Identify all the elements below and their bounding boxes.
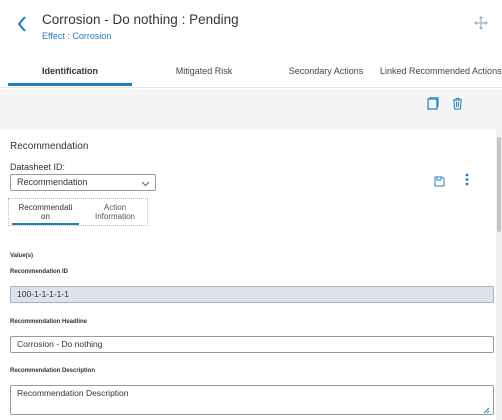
recommendation-description-text: Recommendation Description (17, 388, 129, 398)
section-title: Recommendation (10, 141, 89, 152)
subtab-recommendation[interactable]: Recommendati on (12, 203, 79, 225)
move-icon[interactable] (474, 16, 488, 30)
trash-icon[interactable] (452, 97, 463, 110)
active-tab-indicator (8, 83, 132, 86)
tab-mitigated-risk[interactable]: Mitigated Risk (148, 58, 260, 87)
recommendation-headline-field[interactable]: Corrosion - Do nothing (10, 336, 494, 353)
content-panel: Recommendation Datasheet ID: Recommendat… (0, 129, 496, 420)
save-icon[interactable] (434, 174, 445, 187)
datasheet-select[interactable]: Recommendation (10, 174, 156, 191)
datasheet-select-value: Recommendation (17, 177, 88, 187)
recommendation-headline-label: Recommendation Headline (10, 319, 88, 325)
copy-icon[interactable] (427, 97, 439, 110)
recommendation-description-field[interactable]: Recommendation Description (10, 385, 494, 415)
page-header: Corrosion - Do nothing : Pending Effect … (0, 0, 502, 50)
more-options-kebab-icon[interactable] (465, 173, 469, 186)
back-chevron-icon[interactable] (14, 14, 30, 34)
vertical-scrollbar[interactable] (496, 129, 502, 420)
resize-icon[interactable] (483, 405, 490, 414)
recommendation-description-label: Recommendation Description (10, 368, 96, 374)
main-tabs: Identification Mitigated Risk Secondary … (0, 58, 502, 88)
datasheet-label: Datasheet ID: (10, 162, 66, 172)
tab-secondary-actions[interactable]: Secondary Actions (272, 58, 380, 87)
recommendation-id-label: Recommendation ID (10, 269, 69, 275)
page-title: Corrosion - Do nothing : Pending (42, 12, 239, 27)
page-subtitle[interactable]: Effect : Corrosion (42, 31, 111, 41)
chevron-down-icon (141, 178, 150, 187)
active-subtab-indicator (12, 223, 79, 225)
recommendation-id-field: 100-1-1-1-1-1 (10, 286, 494, 303)
scrollbar-thumb[interactable] (497, 137, 501, 232)
datasheet-subtabs: Recommendati on Action Information (8, 198, 148, 226)
values-label: Value(s) (10, 253, 34, 259)
subtab-action-information[interactable]: Action Information (85, 203, 145, 225)
tab-linked-recommended-actions[interactable]: Linked Recommended Actions (380, 58, 502, 87)
